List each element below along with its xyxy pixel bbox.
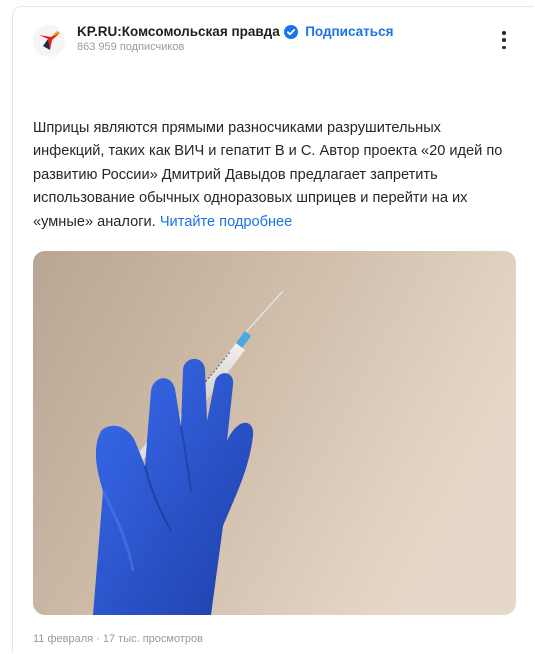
read-more-link[interactable]: Читайте подробнее [160, 214, 292, 230]
post-meta: 11 февраля · 17 тыс. просмотров [33, 633, 203, 645]
verified-check-icon [283, 25, 298, 44]
menu-dot [502, 45, 506, 49]
post-card: KP.RU:Комсомольская правда Подписаться 8… [12, 6, 534, 653]
post-header: KP.RU:Комсомольская правда Подписаться 8… [33, 21, 534, 61]
kp-logo-icon[interactable] [33, 25, 65, 57]
subscriber-count: 863 959 подписчиков [77, 41, 185, 53]
post-image[interactable] [33, 251, 516, 615]
menu-dot [502, 38, 506, 42]
subscribe-button[interactable]: Подписаться [305, 24, 393, 39]
channel-name[interactable]: KP.RU:Комсомольская правда [77, 24, 280, 39]
post-text: Шприцы являются прямыми разносчиками раз… [33, 117, 503, 234]
menu-dot [502, 31, 506, 35]
more-vertical-icon[interactable] [496, 29, 512, 51]
